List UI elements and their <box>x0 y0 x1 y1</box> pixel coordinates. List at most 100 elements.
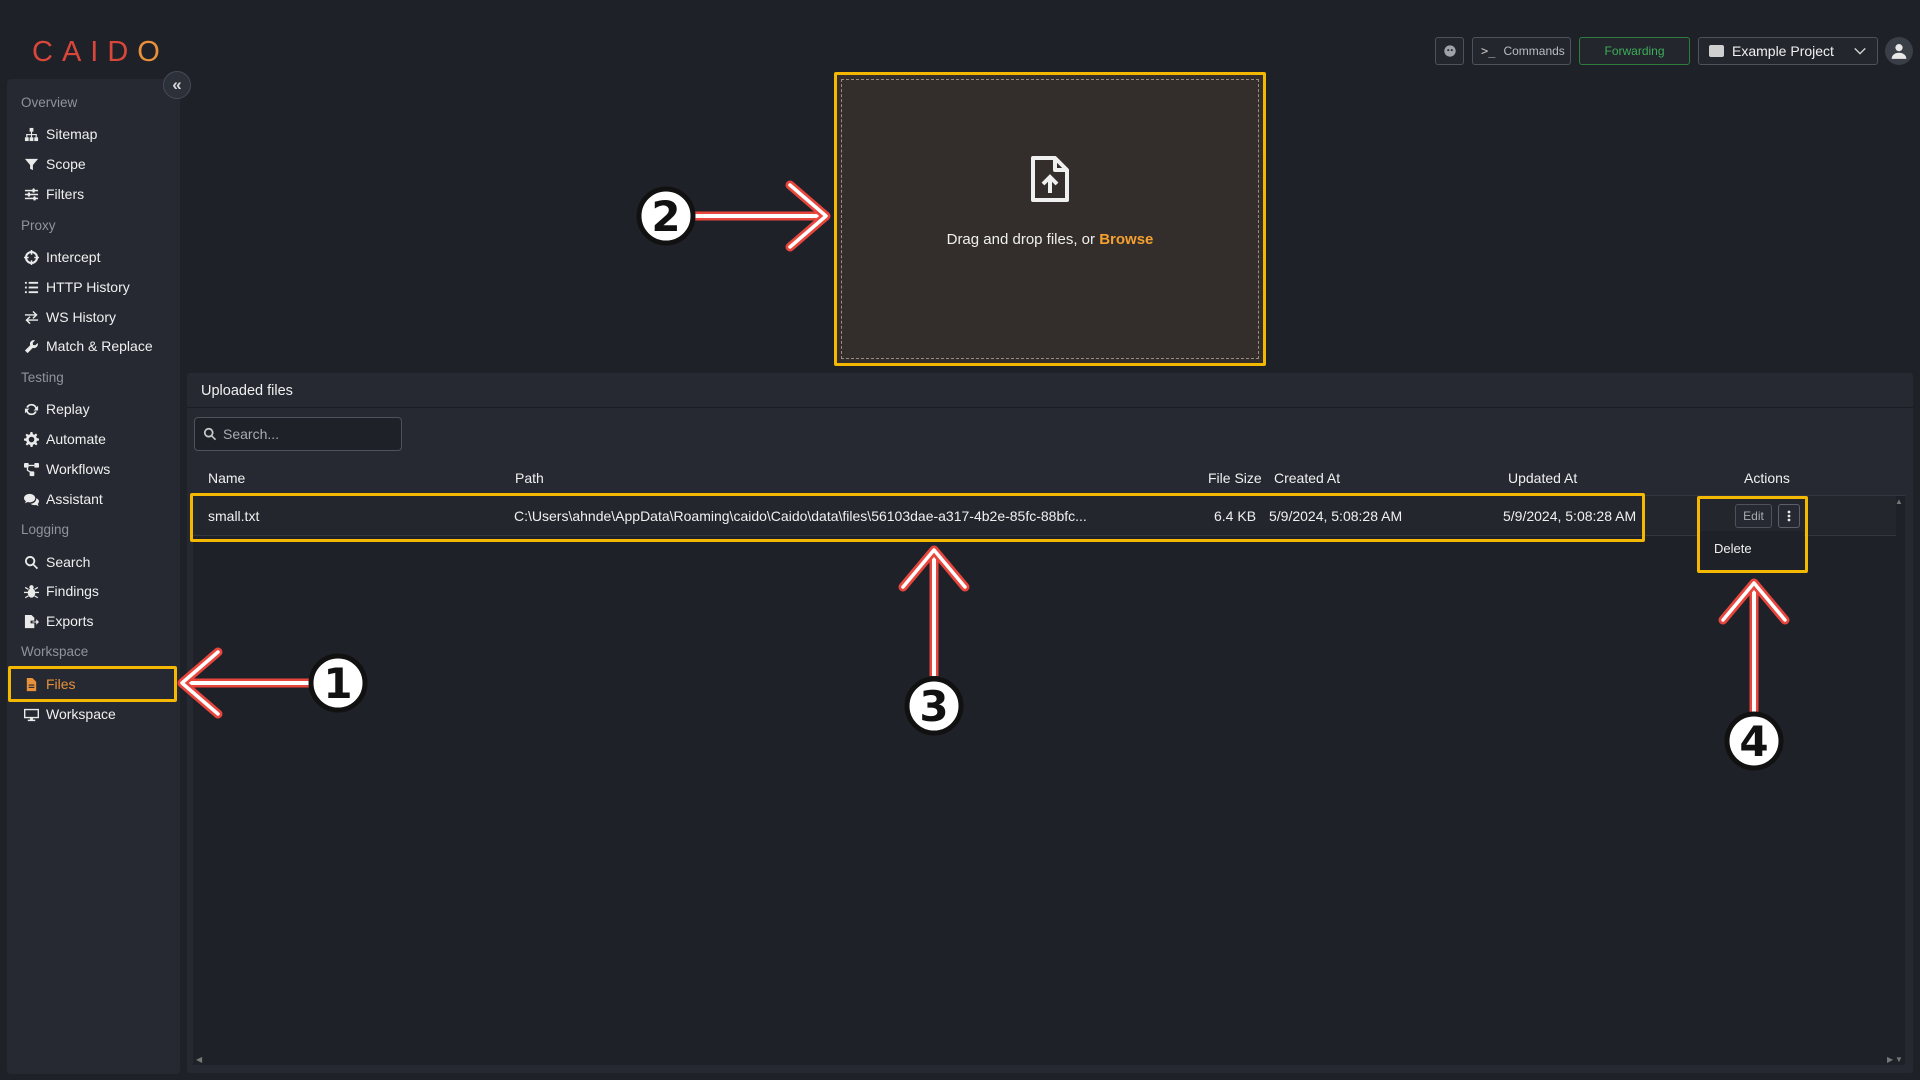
sidebar-item-ws-history[interactable]: WS History <box>23 307 116 327</box>
sidebar-item-filters[interactable]: Filters <box>23 184 84 204</box>
workflow-icon <box>23 461 39 477</box>
user-icon <box>1891 44 1907 59</box>
sidebar-item-label: WS History <box>46 309 116 325</box>
sidebar-item-automate[interactable]: Automate <box>23 429 106 449</box>
sidebar-item-label: Match & Replace <box>46 338 153 354</box>
cell-path: C:\Users\ahnde\AppData\Roaming\caido\Cai… <box>514 508 1087 524</box>
sidebar-section-proxy: Proxy <box>21 218 56 233</box>
sidebar-item-label: Replay <box>46 401 90 417</box>
sliders-icon <box>23 186 39 202</box>
search-input[interactable] <box>223 426 393 442</box>
caido-logo: CAIDO <box>32 36 169 68</box>
dropzone-text: Drag and drop files, or Browse <box>946 230 1154 248</box>
wrench-icon <box>23 338 39 354</box>
chevron-down-icon <box>1854 47 1866 55</box>
user-avatar-button[interactable] <box>1885 37 1913 65</box>
actions-dropdown-menu: Delete <box>1700 531 1804 569</box>
uploaded-files-panel: Uploaded files Name Path File Size Creat… <box>187 373 1913 1073</box>
search-icon <box>23 554 39 570</box>
scroll-left-arrow-icon[interactable]: ◀ <box>196 1055 202 1064</box>
edit-button[interactable]: Edit <box>1735 504 1772 528</box>
sidebar-item-label: Intercept <box>46 249 101 265</box>
terminal-icon: >_ <box>1481 44 1496 58</box>
project-selector[interactable]: Example Project <box>1698 37 1878 65</box>
scroll-down-arrow-icon[interactable]: ▼ <box>1895 1055 1903 1064</box>
table-header: Name Path File Size Created At Updated A… <box>193 459 1905 496</box>
sidebar-item-intercept[interactable]: Intercept <box>23 247 100 267</box>
sitemap-icon <box>23 126 39 142</box>
scroll-up-arrow-icon[interactable]: ▲ <box>1895 497 1903 506</box>
table-row[interactable]: small.txt C:\Users\ahnde\AppData\Roaming… <box>193 496 1896 536</box>
forwarding-label: Forwarding <box>1604 44 1665 58</box>
collapse-sidebar-button[interactable]: « <box>163 71 191 99</box>
forwarding-button[interactable]: Forwarding <box>1579 37 1690 65</box>
sidebar-item-label: Assistant <box>46 491 103 507</box>
file-dropzone[interactable]: Drag and drop files, or Browse <box>841 79 1259 359</box>
sidebar-section-workspace: Workspace <box>21 644 89 659</box>
files-table: Name Path File Size Created At Updated A… <box>193 459 1905 1065</box>
column-header-path[interactable]: Path <box>515 470 544 486</box>
divider <box>187 407 1913 408</box>
svg-text:2: 2 <box>651 192 680 241</box>
sidebar-item-label: Exports <box>46 613 94 629</box>
dropzone-highlight-box: Drag and drop files, or Browse <box>834 72 1266 366</box>
folder-icon <box>1709 45 1724 57</box>
column-header-actions: Actions <box>1744 470 1790 486</box>
sidebar-item-label: Filters <box>46 186 85 202</box>
file-upload-icon <box>1031 155 1069 202</box>
column-header-file-size[interactable]: File Size <box>1208 470 1262 486</box>
sidebar-item-exports[interactable]: Exports <box>23 611 93 631</box>
double-chevron-left-icon: « <box>172 75 182 94</box>
sidebar-item-workspace[interactable]: Workspace <box>23 704 116 724</box>
cog-icon <box>23 431 39 447</box>
delete-menu-item[interactable]: Delete <box>1714 541 1752 556</box>
column-header-updated-at[interactable]: Updated At <box>1508 470 1577 486</box>
swap-arrows-icon <box>23 309 39 325</box>
sidebar-item-label: Findings <box>46 583 99 599</box>
sidebar-item-label: Workspace <box>46 706 116 722</box>
bug-icon <box>23 583 39 599</box>
list-icon <box>23 279 39 295</box>
sidebar-item-label: Workflows <box>46 461 111 477</box>
cell-updated-at: 5/9/2024, 5:08:28 AM <box>1503 508 1637 524</box>
column-header-created-at[interactable]: Created At <box>1274 470 1340 486</box>
files-highlight-box <box>8 666 177 702</box>
export-icon <box>23 613 39 629</box>
kebab-menu-icon <box>1787 510 1791 522</box>
sidebar-section-overview: Overview <box>21 95 78 110</box>
annotation-arrow-2 <box>694 180 831 252</box>
search-field[interactable] <box>194 417 402 451</box>
sidebar-item-match-replace[interactable]: Match & Replace <box>23 336 153 356</box>
sidebar-item-findings[interactable]: Findings <box>23 581 99 601</box>
sidebar-item-label: Automate <box>46 431 106 447</box>
sidebar-item-workflows[interactable]: Workflows <box>23 459 110 479</box>
column-header-name[interactable]: Name <box>208 470 245 486</box>
sidebar-item-search[interactable]: Search <box>23 552 90 572</box>
commands-button[interactable]: >_ Commands <box>1472 37 1571 65</box>
project-label: Example Project <box>1732 43 1834 59</box>
cell-file-size: 6.4 KB <box>1214 508 1257 524</box>
cell-name: small.txt <box>208 508 260 524</box>
sidebar-item-label: HTTP History <box>46 279 130 295</box>
sidebar-item-label: Scope <box>46 156 86 172</box>
ghost-icon <box>1443 45 1456 57</box>
more-actions-button[interactable] <box>1778 504 1800 528</box>
cell-created-at: 5/9/2024, 5:08:28 AM <box>1269 508 1403 524</box>
monitor-icon <box>23 706 39 722</box>
sidebar-section-testing: Testing <box>21 370 64 385</box>
sidebar-item-assistant[interactable]: Assistant <box>23 489 103 509</box>
sidebar-item-replay[interactable]: Replay <box>23 399 90 419</box>
sidebar-item-scope[interactable]: Scope <box>23 154 86 174</box>
browse-link[interactable]: Browse <box>1099 231 1153 248</box>
scroll-right-arrow-icon[interactable]: ▶ <box>1887 1055 1893 1064</box>
sidebar-section-logging: Logging <box>21 522 70 537</box>
sidebar-item-http-history[interactable]: HTTP History <box>23 277 130 297</box>
commands-label: Commands <box>1503 44 1565 58</box>
ghost-button[interactable] <box>1435 37 1464 65</box>
crosshair-icon <box>23 249 39 265</box>
sidebar-item-sitemap[interactable]: Sitemap <box>23 124 97 144</box>
sidebar-item-label: Search <box>46 554 91 570</box>
search-icon <box>203 427 217 441</box>
chat-icon <box>23 491 39 507</box>
sidebar-item-label: Sitemap <box>46 126 98 142</box>
